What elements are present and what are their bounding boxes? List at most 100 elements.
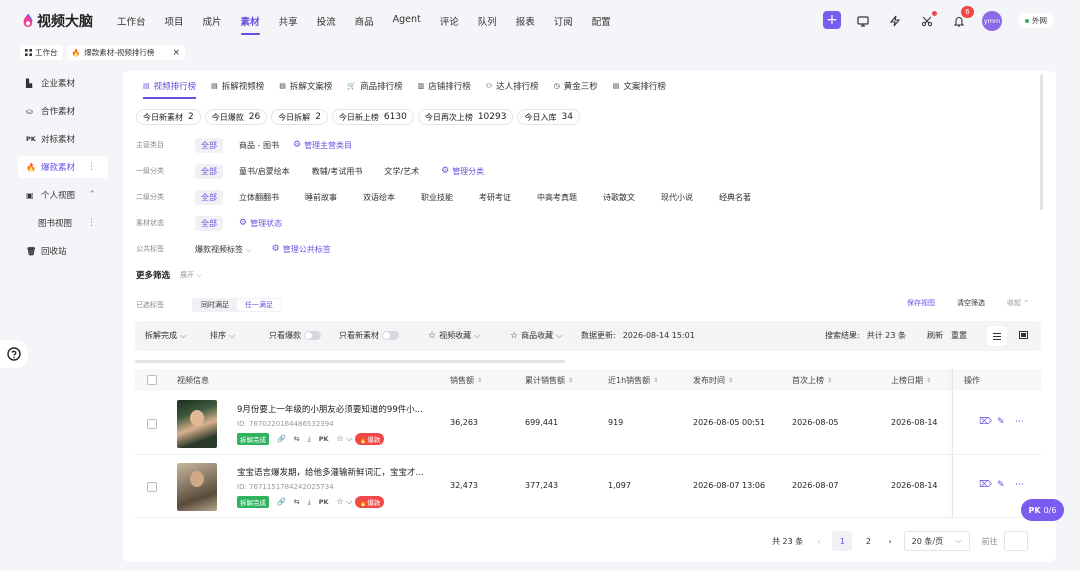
nav-item[interactable]: 评论 [440,14,459,28]
rank-tab[interactable]: ▤ 视频排行榜 [143,79,197,99]
manage-link[interactable]: ⚙ 管理状态 [239,218,282,229]
video-title[interactable]: 宝宝语言爆发期，给他多灌输新鲜词汇，宝宝才... [237,466,437,478]
filter-option[interactable]: 童书/启蒙绘本 [239,166,290,177]
public-tag-select[interactable]: 爆款视频标签 ⌵ [195,244,252,255]
rank-tab[interactable]: ▤ 拆解视频榜 [211,79,264,93]
filter-option[interactable]: 教辅/考试用书 [312,166,363,177]
compare-icon[interactable]: ⇆ [294,498,300,506]
filter-option[interactable]: 现代小说 [661,192,693,203]
close-icon[interactable]: × [172,48,180,58]
sidebar-item[interactable]: ▣ 个人视图 ⌃ [18,184,108,206]
rank-tab[interactable]: ▥ 店铺排行榜 [418,79,471,93]
video-fav-dropdown[interactable]: ☆ 视频收藏 ⌵ [428,330,480,341]
filter-option[interactable]: 中高考真题 [537,192,577,203]
nav-item[interactable]: 素材 [240,14,260,35]
clear-filters-button[interactable]: 清空筛选 [957,298,985,308]
filter-option[interactable]: 立体翻翻书 [239,192,279,203]
breakdown-dropdown[interactable]: 拆解完成 ⌵ [145,330,186,341]
stat-chip[interactable]: 今日新上榜 6130 [331,109,414,125]
tag-icon[interactable]: ⌦ [979,480,992,490]
filter-option[interactable]: 全部 [195,215,223,231]
edit-icon[interactable]: ✎ [997,480,1005,490]
nav-item[interactable]: 商品 [355,14,374,28]
compare-icon[interactable]: ⇆ [294,435,300,443]
nav-item[interactable]: 项目 [165,14,184,28]
rank-tab[interactable]: 🛒 商品排行榜 [347,79,402,93]
goto-page-input[interactable] [1003,531,1028,551]
select-all-checkbox[interactable] [147,375,157,385]
save-view-button[interactable]: 保存视图 [907,298,935,308]
list-view-button[interactable] [987,326,1007,346]
table-row[interactable]: 宝宝语言爆发期，给他多灌输新鲜词汇，宝宝才... ID: 767115178424… [135,456,1041,518]
star-icon[interactable]: ☆ ⌵ [337,497,353,507]
lightning-icon[interactable] [886,12,904,30]
nav-item[interactable]: 报表 [516,14,535,28]
manage-link[interactable]: ⚙ 管理主营类目 [293,140,352,151]
stat-chip[interactable]: 今日爆款 26 [204,109,268,125]
sidebar-item[interactable]: ▙ 企业素材 [18,72,108,94]
filter-option[interactable]: 文学/艺术 [384,166,419,177]
video-title[interactable]: 9月份要上一年级的小朋友必须要知道的99件小... [237,403,437,415]
download-icon[interactable]: ⤓ [308,435,311,444]
sort-dropdown[interactable]: 排序 ⌵ [210,330,235,341]
create-button[interactable]: + [823,11,841,29]
video-thumbnail[interactable] [177,400,217,448]
refresh-button[interactable]: 刷新 [927,330,943,341]
pk-icon[interactable]: PK [319,498,329,506]
nav-item[interactable]: 成片 [203,14,222,28]
chevron-up-icon[interactable]: ⌃ [88,190,96,200]
help-button[interactable] [0,340,28,368]
filter-option[interactable]: 全部 [195,189,223,205]
col-sales[interactable]: 销售额 ⇕ [450,375,482,386]
filter-option[interactable]: 诗歌散文 [603,192,635,203]
horizontal-scrollbar[interactable] [135,360,565,363]
link-icon[interactable]: 🔗 [277,435,286,443]
nav-item[interactable]: Agent [393,14,421,28]
app-logo[interactable]: 视频大脑 [22,11,93,31]
tag-icon[interactable]: ⌦ [979,417,992,427]
scissors-icon[interactable] [918,11,937,30]
vertical-scrollbar[interactable] [1040,74,1043,210]
link-icon[interactable]: 🔗 [277,498,286,506]
pk-icon[interactable]: PK [319,435,329,443]
sidebar-item[interactable]: ⛀ 合作素材 [18,100,108,122]
sidebar-item[interactable]: 🗑 回收站 [18,240,108,262]
stat-chip[interactable]: 今日再次上榜 10293 [417,109,514,125]
more-filters[interactable]: 更多筛选 展开 ⌵ [136,267,202,283]
filter-option[interactable]: 商品 - 图书 [239,140,279,151]
rank-tab[interactable]: ⚇ 达人排行榜 [486,79,539,93]
page-2[interactable]: 2 [858,537,878,546]
col-first-rank[interactable]: 首次上榜 ⇕ [792,375,832,386]
rank-tab[interactable]: ◷ 黄金三秒 [554,79,598,93]
next-page-icon[interactable]: › [888,537,891,546]
only-hot-toggle[interactable]: 只看爆款 [269,330,321,341]
only-new-toggle[interactable]: 只看新素材 [339,330,399,341]
manage-public-tag-link[interactable]: ⚙ 管理公共标签 [272,244,331,255]
nav-item[interactable]: 共享 [279,14,298,28]
network-status[interactable]: 外网 [1018,13,1054,28]
star-icon[interactable]: ☆ ⌵ [337,434,353,444]
rank-tab[interactable]: ▤ 文案排行榜 [613,79,666,93]
match-any-option[interactable]: 任一满足 [237,299,281,311]
row-checkbox[interactable] [147,482,157,492]
page-size-select[interactable]: 20 条/页 ⌵ [903,531,970,551]
col-publish-time[interactable]: 发布时间 ⇕ [693,375,733,386]
tab-workspace[interactable]: 工作台 [20,45,63,60]
col-1h-sales[interactable]: 近1h销售额 ⇕ [608,375,658,386]
filter-option[interactable]: 睡前故事 [305,192,337,203]
sidebar-item[interactable]: 🔥 爆款素材 ⋮ [18,156,108,178]
filter-option[interactable]: 职业技能 [421,192,453,203]
more-icon[interactable]: ⋯ [1015,480,1024,490]
stat-chip[interactable]: 今日新素材 2 [136,109,201,125]
col-rank-date[interactable]: 上榜日期 ⇕ [891,375,931,386]
stat-chip[interactable]: 今日拆解 2 [271,109,328,125]
nav-item[interactable]: 投流 [317,14,336,28]
more-icon[interactable]: ⋯ [1015,417,1024,427]
nav-item[interactable]: 队列 [478,14,497,28]
filter-option[interactable]: 经典名著 [719,192,751,203]
nav-item[interactable]: 订阅 [554,14,573,28]
rank-tab[interactable]: ▤ 拆解文案榜 [279,79,332,93]
collapse-button[interactable]: 收起 ⌃ [1007,298,1029,308]
sidebar-item[interactable]: PK 对标素材 [18,128,108,150]
download-icon[interactable]: ⤓ [308,498,311,507]
